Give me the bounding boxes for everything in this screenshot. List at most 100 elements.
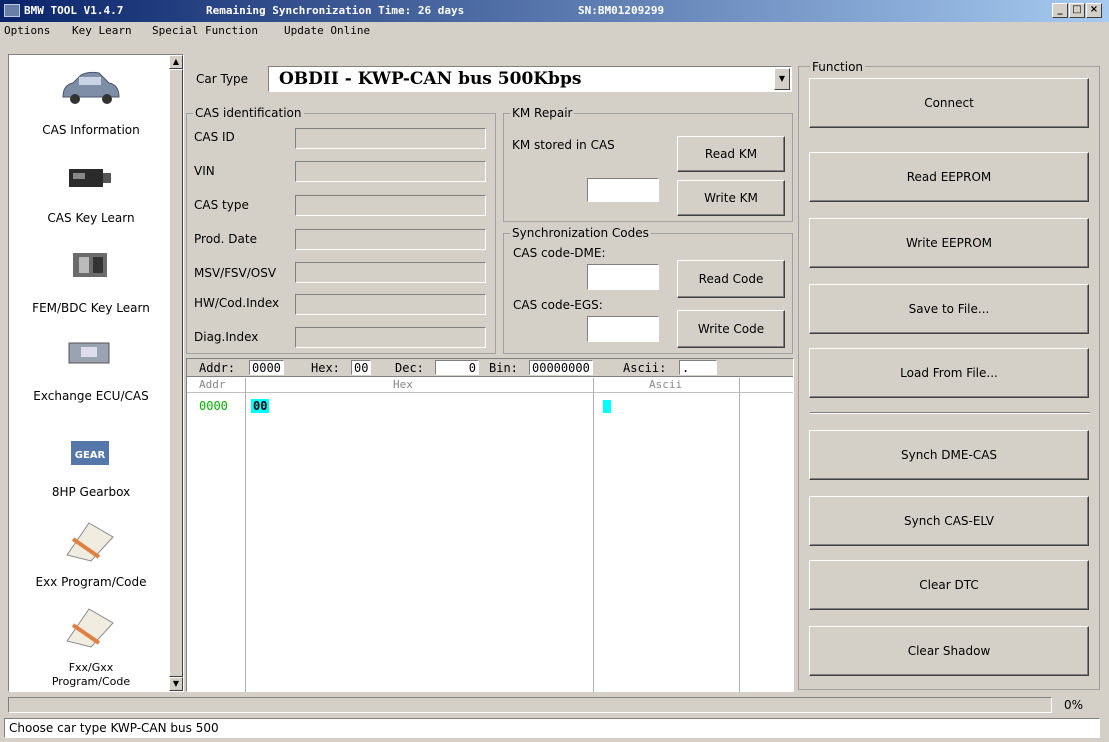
- document-pen-icon: [66, 522, 114, 562]
- menu-bar: Options Key Learn Special Function Updat…: [0, 22, 1109, 40]
- cas-id-label: CAS ID: [194, 130, 235, 144]
- cas-id-field[interactable]: [295, 128, 486, 149]
- car-type-value: OBDII - KWP-CAN bus 500Kbps: [279, 69, 582, 89]
- car-icon: [62, 71, 120, 104]
- read-km-button[interactable]: Read KM: [677, 136, 785, 172]
- menu-special-function[interactable]: Special Function: [152, 24, 258, 37]
- hex-ascii-value: .: [679, 360, 717, 375]
- connect-button-label: Connect: [924, 96, 974, 110]
- ascii-cursor[interactable]: [603, 400, 611, 413]
- scroll-up-icon[interactable]: ▲: [169, 55, 183, 69]
- sidebar-item-cas-information[interactable]: CAS Information: [9, 59, 173, 143]
- msv-fsv-osv-field[interactable]: [295, 262, 486, 283]
- cas-identification-legend: CAS identification: [195, 106, 302, 120]
- vin-field[interactable]: [295, 161, 486, 182]
- minimize-icon[interactable]: _: [1052, 3, 1068, 18]
- hex-editor[interactable]: Addr: 0000 Hex: 00 Dec: 0 Bin: 00000000 …: [186, 358, 794, 692]
- save-to-file-button-label: Save to File...: [908, 302, 990, 316]
- hex-column-divider: [593, 378, 594, 692]
- read-eeprom-button-label: Read EEPROM: [906, 170, 992, 184]
- cas-code-dme-field[interactable]: [587, 264, 659, 290]
- sidebar-item-fem-bdc-key-learn[interactable]: FEM/BDC Key Learn: [9, 243, 173, 323]
- close-icon[interactable]: ×: [1086, 3, 1102, 18]
- diag-index-field[interactable]: [295, 327, 486, 348]
- write-eeprom-button-label: Write EEPROM: [905, 236, 993, 250]
- document-pen-icon: [66, 608, 114, 648]
- sidebar-item-8hp-gearbox[interactable]: GEAR 8HP Gearbox: [9, 429, 173, 513]
- clear-dtc-button[interactable]: Clear DTC: [809, 560, 1089, 610]
- hex-col-hex: Hex: [393, 378, 413, 391]
- car-type-select[interactable]: OBDII - KWP-CAN bus 500Kbps ▼: [268, 66, 792, 92]
- vin-label: VIN: [194, 164, 215, 178]
- function-legend: Function: [810, 60, 866, 74]
- prod-date-label: Prod. Date: [194, 232, 257, 246]
- cas-code-egs-field[interactable]: [587, 316, 659, 342]
- save-to-file-button[interactable]: Save to File...: [809, 284, 1089, 334]
- serial-number: SN:BM01209299: [578, 4, 665, 17]
- write-eeprom-button[interactable]: Write EEPROM: [809, 218, 1089, 268]
- hex-row-byte[interactable]: 00: [251, 399, 270, 413]
- sidebar-item-label: CAS Information: [42, 123, 140, 137]
- car-type-label: Car Type: [196, 72, 249, 86]
- cas-module-icon: [69, 169, 111, 187]
- km-stored-label: KM stored in CAS: [512, 138, 615, 152]
- title-bar: BMW TOOL V1.4.7 Remaining Synchronizatio…: [0, 0, 1109, 22]
- hw-cod-index-field[interactable]: [295, 294, 486, 315]
- load-from-file-button[interactable]: Load From File...: [809, 348, 1089, 398]
- synch-cas-elv-button-label: Synch CAS-ELV: [903, 514, 995, 528]
- hex-addr-label: Addr:: [199, 361, 236, 375]
- menu-key-learn[interactable]: Key Learn: [72, 24, 132, 37]
- status-bar: Choose car type KWP-CAN bus 500: [4, 718, 1100, 738]
- hex-ascii-label: Ascii:: [623, 361, 667, 375]
- prod-date-field[interactable]: [295, 229, 486, 250]
- cas-type-field[interactable]: [295, 195, 486, 216]
- sidebar-item-label: Fxx/Gxx Program/Code: [51, 661, 131, 688]
- km-repair-legend: KM Repair: [512, 106, 573, 120]
- diag-index-label: Diag.Index: [194, 330, 259, 344]
- hex-bin-label: Bin:: [489, 361, 518, 375]
- synch-cas-elv-button[interactable]: Synch CAS-ELV: [809, 496, 1089, 546]
- sidebar-item-fxx-gxx-program-code[interactable]: Fxx/Gxx Program/Code: [9, 603, 173, 693]
- hex-bin-value: 00000000: [529, 360, 593, 375]
- synch-dme-cas-button[interactable]: Synch DME-CAS: [809, 430, 1089, 480]
- sidebar-item-exchange-ecu-cas[interactable]: Exchange ECU/CAS: [9, 331, 173, 411]
- hex-column-divider: [739, 378, 740, 692]
- km-value-field[interactable]: [587, 178, 659, 202]
- read-code-button[interactable]: Read Code: [677, 260, 785, 298]
- sidebar-scrollbar[interactable]: ▲ ▼: [169, 55, 183, 691]
- function-sidebar: CAS Information CAS Key Learn FEM/BDC Ke…: [8, 54, 184, 692]
- clear-shadow-button[interactable]: Clear Shadow: [809, 626, 1089, 676]
- write-km-button[interactable]: Write KM: [677, 180, 785, 216]
- progress-percent: 0%: [1064, 698, 1084, 712]
- progress-bar: [8, 697, 1052, 713]
- load-from-file-button-label: Load From File...: [900, 366, 998, 380]
- cas-code-egs-label: CAS code-EGS:: [513, 298, 603, 312]
- scroll-thumb[interactable]: [169, 69, 183, 677]
- read-eeprom-button[interactable]: Read EEPROM: [809, 152, 1089, 202]
- hex-hex-value: 00: [351, 360, 372, 375]
- sync-codes-legend: Synchronization Codes: [512, 226, 649, 240]
- menu-options[interactable]: Options: [4, 24, 50, 37]
- clear-dtc-button-label: Clear DTC: [919, 578, 979, 592]
- hex-hex-label: Hex:: [311, 361, 340, 375]
- hex-dec-value: 0: [435, 360, 479, 375]
- fem-module-icon: [73, 253, 107, 277]
- connect-button[interactable]: Connect: [809, 78, 1089, 128]
- sidebar-item-label: Exx Program/Code: [35, 575, 147, 589]
- sidebar-item-cas-key-learn[interactable]: CAS Key Learn: [9, 153, 173, 233]
- svg-text:GEAR: GEAR: [75, 450, 106, 461]
- menu-update-online[interactable]: Update Online: [284, 24, 370, 37]
- hex-row-addr: 0000: [199, 399, 228, 413]
- maximize-icon[interactable]: □: [1069, 3, 1085, 18]
- sidebar-item-label: FEM/BDC Key Learn: [32, 301, 150, 315]
- chevron-down-icon[interactable]: ▼: [774, 68, 790, 90]
- clear-shadow-button-label: Clear Shadow: [907, 644, 991, 658]
- write-code-button[interactable]: Write Code: [677, 310, 785, 348]
- scroll-down-icon[interactable]: ▼: [169, 677, 183, 691]
- msv-fsv-osv-label: MSV/FSV/OSV: [194, 266, 277, 280]
- hex-col-ascii: Ascii: [649, 378, 683, 391]
- sidebar-item-label: 8HP Gearbox: [51, 485, 131, 499]
- sidebar-item-exx-program-code[interactable]: Exx Program/Code: [9, 517, 173, 597]
- sidebar-item-label: CAS Key Learn: [47, 211, 135, 225]
- cas-type-label: CAS type: [194, 198, 249, 212]
